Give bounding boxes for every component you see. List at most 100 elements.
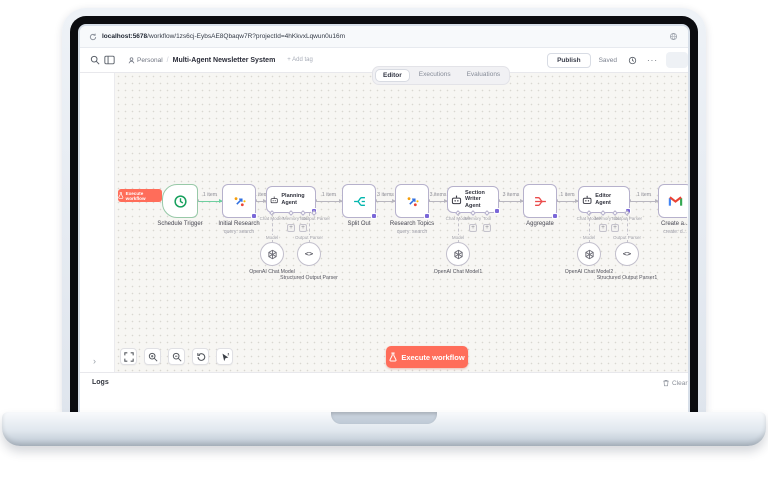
node-gmail-create-draft[interactable] <box>658 184 688 219</box>
search-icon[interactable] <box>88 53 102 67</box>
fit-view-button[interactable] <box>120 348 137 365</box>
browser-url-bar[interactable]: localhost:5678/workflow/1zs6cj-EybsAE8Qb… <box>80 26 688 48</box>
clear-execution-button[interactable]: Clear execution <box>662 379 688 387</box>
subnode-structured-output-parser1[interactable]: <> <box>615 242 639 266</box>
add-tool-button[interactable]: + <box>299 224 307 232</box>
node-research-topics[interactable] <box>395 184 430 219</box>
node-label: Split Out <box>347 221 371 227</box>
openai-icon <box>453 249 463 259</box>
app-body: › Execute workflow 1 item 1 item 1 item … <box>80 73 688 372</box>
reload-icon[interactable] <box>88 32 97 41</box>
workflow-canvas[interactable]: Execute workflow 1 item 1 item 1 item 3 … <box>115 73 688 372</box>
subnode-label: Structured Output Parser1 <box>596 275 658 281</box>
view-tabs: Editor Executions Evaluations <box>372 66 511 85</box>
laptop-notch <box>331 412 437 424</box>
zoom-out-button[interactable] <box>168 348 185 365</box>
output-parser-port-label: Output Parser <box>293 235 325 240</box>
pin-badge <box>552 213 558 219</box>
aggregate-icon <box>534 196 546 206</box>
connection[interactable]: 1 item <box>314 192 343 203</box>
breadcrumb-project[interactable]: Personal <box>128 57 163 64</box>
add-memory-button[interactable]: + <box>599 224 607 232</box>
robot-icon <box>582 195 592 204</box>
add-memory-button[interactable]: + <box>469 224 477 232</box>
tidy-up-pointer-button[interactable] <box>216 348 233 365</box>
connection-label: 1 item <box>321 192 337 198</box>
add-memory-button[interactable]: + <box>287 224 295 232</box>
node-initial-research[interactable] <box>222 184 257 219</box>
undo-button[interactable] <box>192 348 209 365</box>
tab-executions[interactable]: Executions <box>412 69 458 82</box>
node-label: Initial Research <box>218 221 260 227</box>
port-label-memory: Memory <box>282 216 300 221</box>
node-schedule-trigger[interactable] <box>162 184 198 218</box>
node-sublabel: create: d... <box>663 229 687 235</box>
connection[interactable]: 3 items <box>427 192 448 203</box>
clock-icon <box>173 194 187 208</box>
publish-button[interactable]: Publish <box>547 52 591 68</box>
connection[interactable]: 1 item <box>254 192 268 203</box>
connection[interactable]: 1 item <box>555 192 579 203</box>
tab-editor[interactable]: Editor <box>375 69 410 82</box>
workflow-title[interactable]: Multi-Agent Newsletter System <box>173 57 276 64</box>
add-tag-button[interactable]: + Add tag <box>287 57 313 63</box>
right-panel-button[interactable] <box>666 52 688 68</box>
connection[interactable]: 3 items <box>374 192 396 203</box>
execute-workflow-badge[interactable]: Execute workflow <box>118 189 162 202</box>
node-sublabel: query: search <box>223 229 255 235</box>
laptop-lid: localhost:5678/workflow/1zs6cj-EybsAE8Qb… <box>62 8 706 412</box>
logs-title: Logs <box>92 379 109 386</box>
collapsed-sidebar: › <box>80 73 115 372</box>
screen-padding <box>80 392 688 410</box>
node-editor-agent[interactable]: Editor Agent <box>578 186 631 214</box>
url-text[interactable]: localhost:5678/workflow/1zs6cj-EybsAE8Qb… <box>102 33 345 40</box>
research-icon <box>234 196 246 206</box>
subnode-structured-output-parser[interactable]: <> <box>297 242 321 266</box>
sidebar-expand-chevron[interactable]: › <box>93 356 96 366</box>
breadcrumb: Personal / Multi-Agent Newsletter System… <box>128 57 313 64</box>
node-section-writer-agent[interactable]: Section Writer Agent <box>447 186 500 214</box>
subnode-openai-chat-model2[interactable] <box>577 242 601 266</box>
openai-icon <box>584 249 594 259</box>
person-icon <box>128 56 135 63</box>
connection[interactable]: 3 items <box>497 192 524 203</box>
node-planning-agent[interactable]: Planning Agent <box>266 186 317 214</box>
model-port-label: Model <box>264 235 280 240</box>
canvas-controls <box>120 348 233 365</box>
subnode-openai-chat-model[interactable] <box>260 242 284 266</box>
tab-evaluations[interactable]: Evaluations <box>460 69 508 82</box>
breadcrumb-separator: / <box>166 56 169 64</box>
page: localhost:5678/workflow/1zs6cj-EybsAE8Qb… <box>0 0 768 484</box>
connection[interactable]: 1 item <box>628 192 659 203</box>
pin-badge <box>251 213 257 219</box>
pin-badge <box>494 208 500 214</box>
pin-badge <box>424 213 430 219</box>
connection-label: 3 items <box>502 192 520 198</box>
pin-badge <box>687 213 688 219</box>
parser-icon: <> <box>622 250 632 258</box>
history-icon[interactable] <box>625 53 639 67</box>
node-label: Aggregate <box>526 221 554 227</box>
saved-status: Saved <box>598 56 617 64</box>
more-options-button[interactable]: ··· <box>647 56 658 65</box>
zoom-in-button[interactable] <box>144 348 161 365</box>
port-label-memory: Memory <box>594 216 612 221</box>
parser-icon: <> <box>304 250 314 258</box>
laptop-bezel: localhost:5678/workflow/1zs6cj-EybsAE8Qb… <box>70 16 698 412</box>
subnode-openai-chat-model1[interactable] <box>446 242 470 266</box>
execute-workflow-button[interactable]: Execute workflow <box>386 346 468 368</box>
port-label-tool: Tool <box>482 216 492 221</box>
browser-extension-icon[interactable] <box>666 30 680 44</box>
node-split-out[interactable] <box>342 184 377 219</box>
connection[interactable]: 1 item <box>196 192 223 203</box>
trash-icon <box>663 380 669 387</box>
panel-toggle-icon[interactable] <box>102 53 116 67</box>
add-tool-button[interactable]: + <box>611 224 619 232</box>
node-label: Research Topics <box>389 221 435 227</box>
node-label: Schedule Trigger <box>157 221 203 227</box>
add-tool-button[interactable]: + <box>483 224 491 232</box>
connection-label: 1 item <box>202 192 218 198</box>
flask-icon <box>389 352 397 362</box>
node-aggregate[interactable] <box>523 184 558 219</box>
logs-panel-header[interactable]: Logs Clear execution <box>80 372 688 392</box>
